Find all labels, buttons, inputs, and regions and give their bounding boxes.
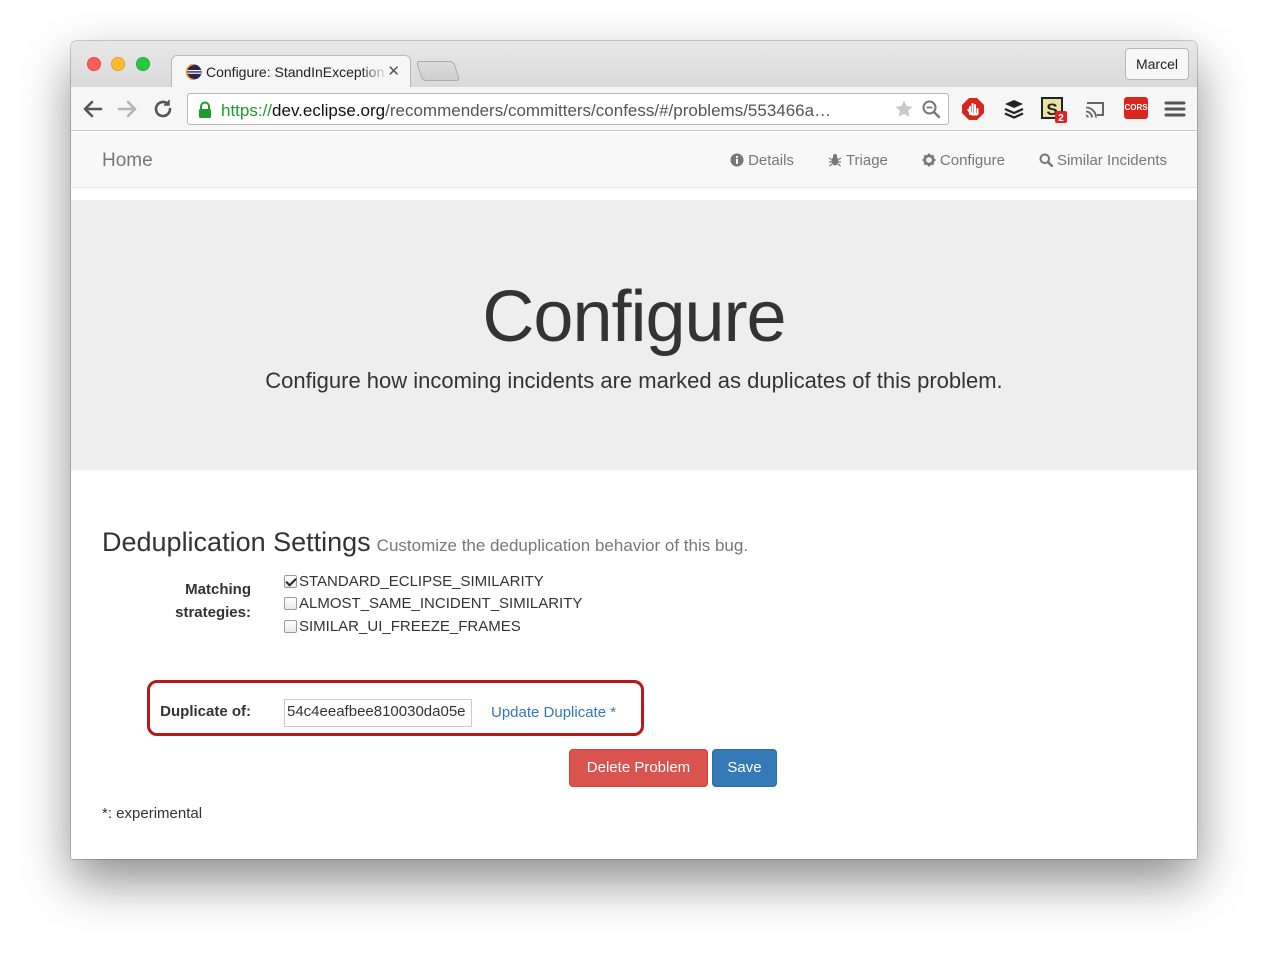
s-badge-icon: S 2 <box>1041 97 1067 124</box>
dedup-title: Deduplication Settings <box>102 527 371 557</box>
buffer-extension-icon[interactable] <box>1002 97 1026 121</box>
menu-icon[interactable] <box>1163 97 1187 121</box>
nav-configure[interactable]: Configure <box>888 132 1005 188</box>
cors-extension-icon[interactable]: CORS <box>1124 97 1148 119</box>
page-subtitle: Configure how incoming incidents are mar… <box>265 368 1003 393</box>
tab-strip: Configure: StandInException ✕ Marcel <box>71 41 1197 87</box>
eclipse-favicon-icon <box>186 64 202 80</box>
strategy-checkbox[interactable] <box>284 619 297 633</box>
url-text: https://dev.eclipse.org/recommenders/com… <box>221 101 831 121</box>
experimental-footnote: *: experimental <box>102 805 203 822</box>
update-duplicate-link[interactable]: Update Duplicate * <box>491 704 616 721</box>
address-bar[interactable]: https://dev.eclipse.org/recommenders/com… <box>187 93 949 125</box>
forward-arrow-icon[interactable] <box>115 97 139 121</box>
zoom-window-button[interactable] <box>136 57 150 71</box>
dedup-subtitle: Customize the deduplication behavior of … <box>376 536 749 555</box>
url-scheme: https:// <box>221 101 273 120</box>
search-icon <box>1039 153 1053 167</box>
stylish-extension-icon[interactable]: S 2 <box>1041 97 1067 124</box>
nav-triage[interactable]: Triage <box>794 132 888 188</box>
browser-toolbar: https://dev.eclipse.org/recommenders/com… <box>71 87 1197 131</box>
duplicate-of-label: Duplicate of: <box>160 703 251 720</box>
matching-label-line1: Matching <box>185 581 251 598</box>
nav-details[interactable]: Details <box>696 132 794 188</box>
info-icon <box>730 153 744 167</box>
nav-configure-label: Configure <box>939 151 1005 169</box>
tab-close-icon[interactable]: ✕ <box>387 62 400 80</box>
nav-triage-label: Triage <box>845 151 888 169</box>
strategy-checkbox-group: STANDARD_ECLIPSE_SIMILARITY ALMOST_SAME_… <box>284 570 582 638</box>
nav-similar-incidents-label: Similar Incidents <box>1056 151 1167 169</box>
minimize-window-button[interactable] <box>111 57 125 71</box>
dedup-section-heading: Deduplication Settings Customize the dedu… <box>102 527 748 558</box>
back-arrow-icon[interactable] <box>81 97 105 121</box>
nav-similar-incidents[interactable]: Similar Incidents <box>1005 132 1167 188</box>
extension-badge-count: 2 <box>1058 113 1064 123</box>
save-button[interactable]: Save <box>712 749 777 787</box>
strategy-label: ALMOST_SAME_INCIDENT_SIMILARITY <box>299 595 583 613</box>
new-tab-button[interactable] <box>415 61 461 81</box>
bookmark-star-icon[interactable] <box>894 99 914 119</box>
page-title: Configure <box>482 277 786 357</box>
reload-icon[interactable] <box>151 97 175 121</box>
close-window-button[interactable] <box>87 57 101 71</box>
strategy-almost-same-incident-similarity[interactable]: ALMOST_SAME_INCIDENT_SIMILARITY <box>284 593 582 616</box>
strategy-similar-ui-freeze-frames[interactable]: SIMILAR_UI_FREEZE_FRAMES <box>284 615 582 638</box>
navbar-brand-home[interactable]: Home <box>102 150 153 172</box>
navbar-links: Details Triage Configure Similar Inciden… <box>696 132 1167 188</box>
matching-label-line2: strategies: <box>175 604 251 621</box>
site-navbar: Home Details Triage Configure Similar In… <box>71 132 1197 188</box>
tab-title: Configure: StandInException <box>206 64 385 80</box>
url-path: /recommenders/committers/confess/#/probl… <box>385 101 832 120</box>
jumbotron: Configure Configure how incoming inciden… <box>71 200 1197 470</box>
delete-problem-button[interactable]: Delete Problem <box>569 749 708 787</box>
strategy-checkbox-checked[interactable] <box>284 574 297 588</box>
web-page: Home Details Triage Configure Similar In… <box>71 132 1197 859</box>
nav-details-label: Details <box>748 151 794 169</box>
strategy-label: SIMILAR_UI_FREEZE_FRAMES <box>299 617 521 635</box>
zoom-icon[interactable] <box>921 99 941 119</box>
bug-icon <box>828 154 842 167</box>
lock-icon <box>199 101 211 118</box>
strategy-checkbox[interactable] <box>284 597 297 611</box>
duplicate-of-input[interactable]: 54c4eeafbee810030da05e <box>284 699 472 727</box>
matching-strategies-label: Matching strategies: <box>151 578 251 624</box>
browser-tab[interactable]: Configure: StandInException ✕ <box>171 55 411 87</box>
url-host: dev.eclipse.org <box>272 101 386 120</box>
gear-icon <box>922 153 936 167</box>
strategy-standard-eclipse-similarity[interactable]: STANDARD_ECLIPSE_SIMILARITY <box>284 570 582 593</box>
browser-window: Configure: StandInException ✕ Marcel htt… <box>71 41 1197 859</box>
cast-icon[interactable] <box>1083 97 1107 121</box>
strategy-label: STANDARD_ECLIPSE_SIMILARITY <box>299 572 544 590</box>
adblock-extension-icon[interactable] <box>961 97 985 121</box>
profile-button[interactable]: Marcel <box>1125 48 1189 80</box>
